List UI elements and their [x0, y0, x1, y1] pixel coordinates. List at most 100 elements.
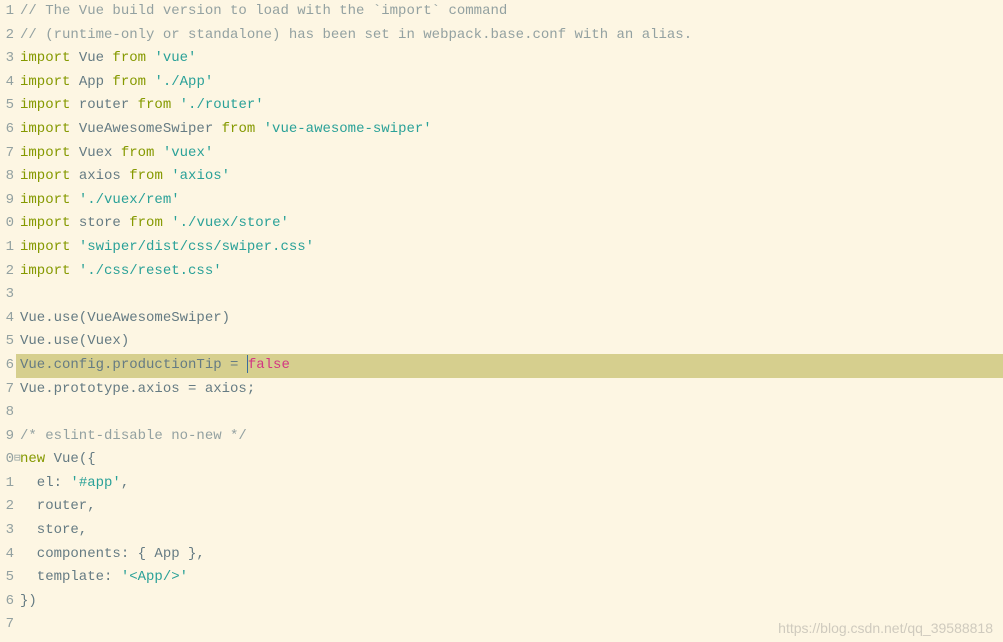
code-token: '<App/>': [121, 569, 188, 585]
code-line[interactable]: import Vuex from 'vuex': [16, 142, 1003, 166]
code-token: import: [20, 97, 79, 113]
code-line[interactable]: store,: [16, 519, 1003, 543]
code-line[interactable]: Vue.use(Vuex): [16, 330, 1003, 354]
line-number: 6: [0, 354, 14, 378]
code-line[interactable]: import VueAwesomeSwiper from 'vue-awesom…: [16, 118, 1003, 142]
code-token: App: [79, 74, 113, 90]
code-token: router: [79, 97, 138, 113]
line-number: 6: [0, 590, 14, 614]
code-line[interactable]: import 'swiper/dist/css/swiper.css': [16, 236, 1003, 260]
code-line[interactable]: // The Vue build version to load with th…: [16, 0, 1003, 24]
code-line[interactable]: import './vuex/rem': [16, 189, 1003, 213]
code-token: Vue.config.productionTip =: [20, 357, 247, 373]
code-line[interactable]: components: { App },: [16, 543, 1003, 567]
code-token: el:: [20, 475, 70, 491]
code-token: import: [20, 145, 79, 161]
code-token: './router': [180, 97, 264, 113]
code-token: Vue({: [54, 451, 96, 467]
code-token: false: [248, 357, 290, 373]
code-token: // The Vue build version to load with th…: [20, 3, 507, 19]
line-number: 8: [0, 165, 14, 189]
code-line[interactable]: import App from './App': [16, 71, 1003, 95]
code-token: '#app': [70, 475, 120, 491]
code-editor[interactable]: 123456789012345678901234567 // The Vue b…: [0, 0, 1003, 642]
line-number: 4: [0, 307, 14, 331]
line-number: 6: [0, 118, 14, 142]
code-line[interactable]: import router from './router': [16, 94, 1003, 118]
code-token: import: [20, 215, 79, 231]
code-token: './vuex/store': [171, 215, 289, 231]
code-line[interactable]: import axios from 'axios': [16, 165, 1003, 189]
line-number: 0: [0, 212, 14, 236]
code-line[interactable]: [16, 283, 1003, 307]
code-line[interactable]: // (runtime-only or standalone) has been…: [16, 24, 1003, 48]
code-token: import: [20, 168, 79, 184]
line-number: 3: [0, 519, 14, 543]
line-number: 9: [0, 425, 14, 449]
code-token: // (runtime-only or standalone) has been…: [20, 27, 692, 43]
code-line[interactable]: import Vue from 'vue': [16, 47, 1003, 71]
code-line[interactable]: ⊟new Vue({: [16, 448, 1003, 472]
code-token: import: [20, 239, 79, 255]
code-token: Vue.use(VueAwesomeSwiper): [20, 310, 230, 326]
line-number: 4: [0, 543, 14, 567]
code-token: 'vuex': [163, 145, 213, 161]
code-token: from: [138, 97, 180, 113]
code-token: 'swiper/dist/css/swiper.css': [79, 239, 314, 255]
line-number: 2: [0, 495, 14, 519]
code-line[interactable]: Vue.config.productionTip = false: [16, 354, 1003, 378]
code-line[interactable]: el: '#app',: [16, 472, 1003, 496]
code-token: store,: [20, 522, 87, 538]
code-token: import: [20, 121, 79, 137]
code-area[interactable]: // The Vue build version to load with th…: [16, 0, 1003, 642]
code-line[interactable]: import './css/reset.css': [16, 260, 1003, 284]
code-token: /* eslint-disable no-new */: [20, 428, 247, 444]
code-token: import: [20, 74, 79, 90]
code-line[interactable]: router,: [16, 495, 1003, 519]
line-number: 8: [0, 401, 14, 425]
line-number: 7: [0, 142, 14, 166]
code-token: axios: [79, 168, 129, 184]
watermark-text: https://blog.csdn.net/qq_39588818: [778, 620, 993, 636]
line-number: 1: [0, 236, 14, 260]
code-token: from: [121, 145, 163, 161]
code-line[interactable]: /* eslint-disable no-new */: [16, 425, 1003, 449]
line-number: 1: [0, 0, 14, 24]
line-number: 7: [0, 613, 14, 637]
line-number: 2: [0, 24, 14, 48]
code-token: VueAwesomeSwiper: [79, 121, 222, 137]
line-number: 4: [0, 71, 14, 95]
code-token: new: [20, 451, 54, 467]
code-token: from: [222, 121, 264, 137]
line-number: 5: [0, 94, 14, 118]
code-token: 'vue-awesome-swiper': [264, 121, 432, 137]
line-number: 1: [0, 472, 14, 496]
code-token: './css/reset.css': [79, 263, 222, 279]
code-token: components: { App },: [20, 546, 205, 562]
code-line[interactable]: Vue.use(VueAwesomeSwiper): [16, 307, 1003, 331]
line-number: 0: [0, 448, 14, 472]
fold-toggle-icon[interactable]: ⊟: [14, 448, 21, 472]
code-token: template:: [20, 569, 121, 585]
code-line[interactable]: }): [16, 590, 1003, 614]
line-number: 3: [0, 47, 14, 71]
code-token: }): [20, 593, 37, 609]
code-token: import: [20, 192, 79, 208]
code-line[interactable]: template: '<App/>': [16, 566, 1003, 590]
line-number: 3: [0, 283, 14, 307]
code-line[interactable]: [16, 401, 1003, 425]
code-token: 'axios': [171, 168, 230, 184]
code-token: './App': [154, 74, 213, 90]
code-line[interactable]: Vue.prototype.axios = axios;: [16, 378, 1003, 402]
code-token: ,: [121, 475, 129, 491]
code-token: 'vue': [154, 50, 196, 66]
code-token: import: [20, 50, 79, 66]
code-token: from: [129, 168, 171, 184]
code-token: Vue.use(Vuex): [20, 333, 129, 349]
code-token: from: [112, 50, 154, 66]
code-line[interactable]: import store from './vuex/store': [16, 212, 1003, 236]
line-number: 5: [0, 330, 14, 354]
code-token: import: [20, 263, 79, 279]
code-token: store: [79, 215, 129, 231]
line-number: 7: [0, 378, 14, 402]
